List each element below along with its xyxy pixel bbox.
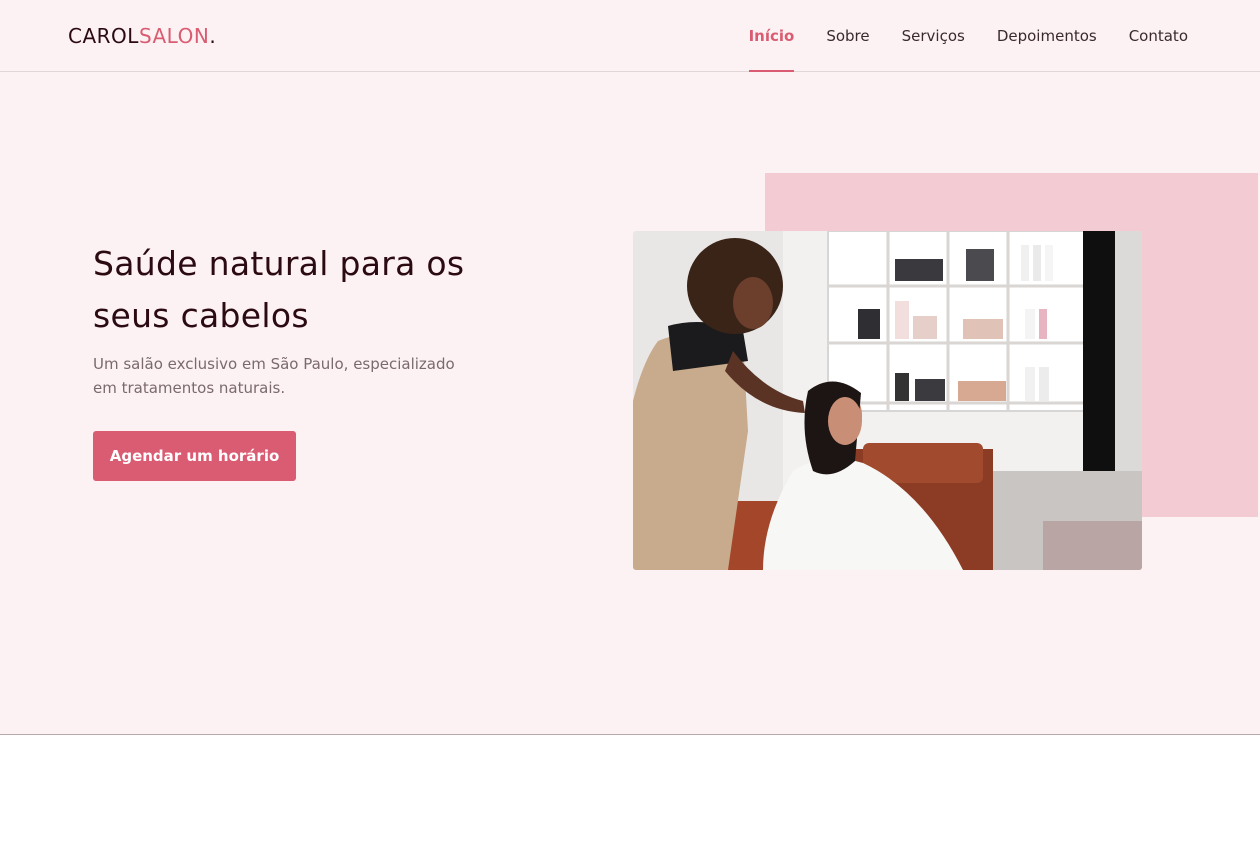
next-section bbox=[0, 736, 1260, 862]
logo-dot: . bbox=[209, 24, 217, 48]
hero-section: Saúde natural para os seus cabelos Um sa… bbox=[0, 72, 1260, 735]
site-header: CAROLSALON. Início Sobre Serviços Depoim… bbox=[0, 0, 1260, 72]
nav-item-contato[interactable]: Contato bbox=[1129, 0, 1188, 72]
logo-text-carol: CAROL bbox=[68, 24, 139, 48]
nav-item-depoimentos[interactable]: Depoimentos bbox=[997, 0, 1097, 72]
hero-subtitle: Um salão exclusivo em São Paulo, especia… bbox=[93, 355, 455, 397]
nav-item-servicos[interactable]: Serviços bbox=[902, 0, 965, 72]
schedule-button[interactable]: Agendar um horário bbox=[93, 431, 296, 481]
nav-item-sobre[interactable]: Sobre bbox=[826, 0, 869, 72]
salon-photo bbox=[633, 231, 1142, 570]
main-nav: Início Sobre Serviços Depoimentos Contat… bbox=[748, 0, 1188, 72]
logo[interactable]: CAROLSALON. bbox=[68, 24, 216, 48]
nav-item-inicio[interactable]: Início bbox=[748, 0, 794, 72]
logo-text-salon: SALON bbox=[138, 24, 210, 48]
hero-title: Saúde natural para os seus cabelos bbox=[93, 244, 465, 335]
